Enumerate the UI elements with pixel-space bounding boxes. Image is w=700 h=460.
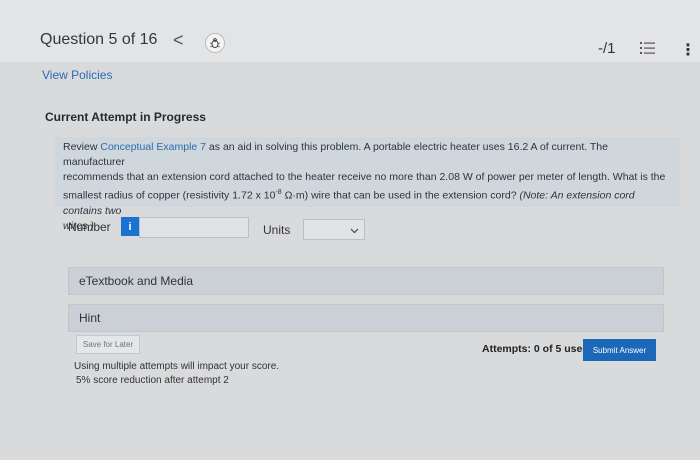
question-line2: recommends that an extension cord attach… [63,171,666,183]
attempts-counter: Attempts: 0 of 5 used [482,343,589,355]
list-icon[interactable] [640,41,656,60]
bug-report-icon[interactable] [205,33,225,53]
attempt-title: Current Attempt in Progress [45,110,206,124]
score-display: -/1 [598,40,616,57]
back-chevron-icon[interactable]: < [173,30,184,51]
conceptual-example-link[interactable]: Conceptual Example 7 [100,141,206,153]
attempts-warning: Using multiple attempts will impact your… [74,361,280,372]
more-options-icon[interactable]: ⋮ [680,40,696,60]
question-intro: Review [63,141,101,153]
units-select[interactable] [303,219,365,240]
etextbook-media-panel[interactable]: eTextbook and Media [68,267,664,295]
question-line3a: smallest radius of copper (resistivity 1… [63,189,276,202]
question-line3b: Ω·m) wire that can be used in the extens… [281,189,520,202]
units-label: Units [263,223,291,237]
question-counter: Question 5 of 16 [40,31,158,48]
submit-answer-button[interactable]: Submit Answer [583,339,656,361]
chevron-down-icon [350,228,359,234]
question-text: Review Conceptual Example 7 as an aid in… [55,137,680,232]
score-reduction-note: 5% score reduction after attempt 2 [76,375,229,386]
top-bar: Question 5 of 16 < -/1 ⋮ [0,0,700,62]
number-input[interactable] [139,217,249,238]
save-for-later-button[interactable]: Save for Later [76,335,140,354]
info-icon[interactable]: i [121,217,139,236]
hint-panel[interactable]: Hint [68,304,664,332]
number-label: Number [68,220,111,234]
view-policies-link[interactable]: View Policies [42,68,112,82]
